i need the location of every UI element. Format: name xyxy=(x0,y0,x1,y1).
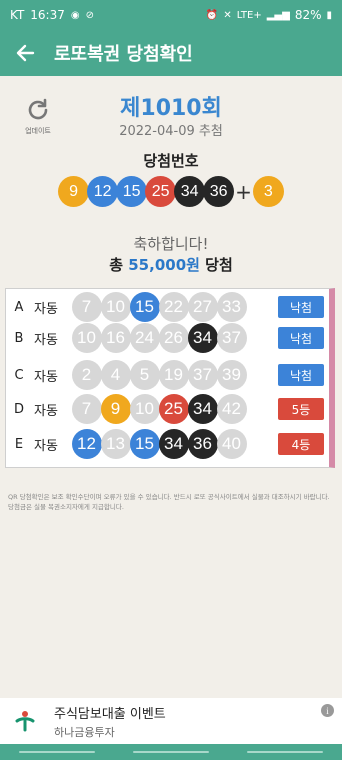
ticket-ball: 42 xyxy=(216,394,247,424)
ticket-ball: 26 xyxy=(158,323,189,353)
page-title: 로또복권 당첨확인 xyxy=(54,44,193,65)
ticket-ball: 12 xyxy=(71,429,102,459)
row-numbers: 7 9 10 25 34 42 xyxy=(71,394,247,424)
ticket-ball: 10 xyxy=(71,323,102,353)
ticket-ball: 7 xyxy=(71,292,102,322)
ticket-ball: 22 xyxy=(158,292,189,322)
winning-numbers: 9 12 15 25 34 36 +3 xyxy=(0,176,342,207)
row-mode: 자동 xyxy=(34,369,58,385)
ticket-ball: 34 xyxy=(187,394,218,424)
app-bar: 로또복권 당첨확인 xyxy=(0,30,342,76)
ticket-row: C 자동 2 4 5 19 37 39 낙첨 xyxy=(6,360,330,390)
ticket-ball: 10 xyxy=(129,394,160,424)
ticket-row: B 자동 10 16 24 26 34 37 낙첨 xyxy=(6,323,330,353)
ticket-ball: 15 xyxy=(129,429,160,459)
result-badge: 낙첨 xyxy=(278,364,324,386)
prize-suffix: 당첨 xyxy=(205,256,233,274)
ticket-ball: 33 xyxy=(216,292,247,322)
ticket-ball: 9 xyxy=(100,394,131,424)
row-numbers: 12 13 15 34 36 40 xyxy=(71,429,247,459)
ticket-ball: 5 xyxy=(129,360,160,390)
ticket-ball: 4 xyxy=(100,360,131,390)
back-arrow-icon[interactable] xyxy=(14,42,36,64)
plus-sign: + xyxy=(235,179,252,204)
ticket-ball: 27 xyxy=(187,292,218,322)
ticket-ball: 16 xyxy=(100,323,131,353)
sync-icon: ⊘ xyxy=(85,9,94,21)
system-nav-bar xyxy=(0,744,342,760)
ticket-ball: 19 xyxy=(158,360,189,390)
result-badge: 낙첨 xyxy=(278,327,324,349)
row-mode: 자동 xyxy=(34,438,58,454)
hana-logo-icon xyxy=(12,708,38,734)
prize-summary: 총 55,000원 당첨 xyxy=(0,254,342,275)
ticket-card: A 자동 7 10 15 22 27 33 낙첨 B 자동 10 16 24 26 34 37 낙첨 C 자동 2 4 5 1… xyxy=(5,288,335,468)
ticket-ball: 34 xyxy=(158,429,189,459)
ticket-row: D 자동 7 9 10 25 34 42 5등 xyxy=(6,394,330,424)
ticket-ball: 7 xyxy=(71,394,102,424)
prize-prefix: 총 xyxy=(109,256,124,274)
ad-subtitle: 하나금융투자 xyxy=(54,725,115,739)
signal-icon: ▂▄▆ xyxy=(266,9,290,21)
ticket-ball: 40 xyxy=(216,429,247,459)
row-letter: D xyxy=(13,401,24,417)
battery-icon: ▮ xyxy=(326,9,332,21)
info-icon[interactable]: i xyxy=(321,704,334,717)
bonus-ball: 3 xyxy=(252,176,284,207)
ticket-ball: 10 xyxy=(100,292,131,322)
alarm-icon: ⏰ xyxy=(205,9,219,21)
row-numbers: 2 4 5 19 37 39 xyxy=(71,360,247,390)
notification-icon: ◉ xyxy=(70,9,80,21)
battery-label: 82% xyxy=(294,8,322,22)
ticket-ball: 37 xyxy=(216,323,247,353)
result-badge: 5등 xyxy=(278,398,324,420)
ad-banner[interactable]: 주식담보대출 이벤트 하나금융투자 i xyxy=(0,698,342,744)
row-letter: E xyxy=(14,436,24,452)
draw-number: 제1010회 xyxy=(120,96,222,121)
ticket-ball: 39 xyxy=(216,360,247,390)
winning-ball: 36 xyxy=(203,176,235,207)
prize-amount: 55,000원 xyxy=(128,256,200,274)
ticket-ball: 25 xyxy=(158,394,189,424)
disclaimer-note: QR 당첨확인은 보조 확인수단이며 오류가 있을 수 있습니다. 반드시 로또… xyxy=(8,493,330,511)
row-mode: 자동 xyxy=(34,301,58,317)
ticket-ball: 36 xyxy=(187,429,218,459)
winning-ball: 9 xyxy=(58,176,90,207)
row-letter: B xyxy=(14,330,24,346)
ticket-ball: 37 xyxy=(187,360,218,390)
carrier-label: KT xyxy=(10,8,25,22)
ticket-ball: 13 xyxy=(100,429,131,459)
ticket-row: A 자동 7 10 15 22 27 33 낙첨 xyxy=(6,292,330,322)
nav-home-handle[interactable] xyxy=(133,751,209,753)
winning-ball: 12 xyxy=(87,176,119,207)
row-letter: A xyxy=(14,299,24,315)
congrats-text: 축하합니다! xyxy=(133,235,209,253)
winning-ball: 34 xyxy=(174,176,206,207)
row-mode: 자동 xyxy=(34,332,58,348)
result-badge: 4등 xyxy=(278,433,324,455)
ticket-ball: 24 xyxy=(129,323,160,353)
winning-ball: 15 xyxy=(116,176,148,207)
ticket-ball: 2 xyxy=(71,360,102,390)
ticket-ball: 15 xyxy=(129,292,160,322)
draw-date: 2022-04-09 추첨 xyxy=(119,124,223,139)
row-numbers: 7 10 15 22 27 33 xyxy=(71,292,247,322)
ad-title: 주식담보대출 이벤트 xyxy=(54,706,166,722)
nav-recent-handle[interactable] xyxy=(19,751,95,753)
result-badge: 낙첨 xyxy=(278,296,324,318)
winning-ball: 25 xyxy=(145,176,177,207)
nav-back-handle[interactable] xyxy=(247,751,323,753)
status-bar: KT 16:37 ◉ ⊘ ⏰ ✕ LTE+ ▂▄▆ 82% ▮ xyxy=(0,0,342,30)
row-letter: C xyxy=(14,367,24,383)
ticket-ball: 34 xyxy=(187,323,218,353)
mute-icon: ✕ xyxy=(223,9,232,21)
row-mode: 자동 xyxy=(34,403,58,419)
ticket-row: E 자동 12 13 15 34 36 40 4등 xyxy=(6,429,330,459)
network-label: LTE+ xyxy=(236,9,262,21)
winning-numbers-label: 당첨번호 xyxy=(143,152,199,170)
clock: 16:37 xyxy=(30,8,65,22)
row-numbers: 10 16 24 26 34 37 xyxy=(71,323,247,353)
